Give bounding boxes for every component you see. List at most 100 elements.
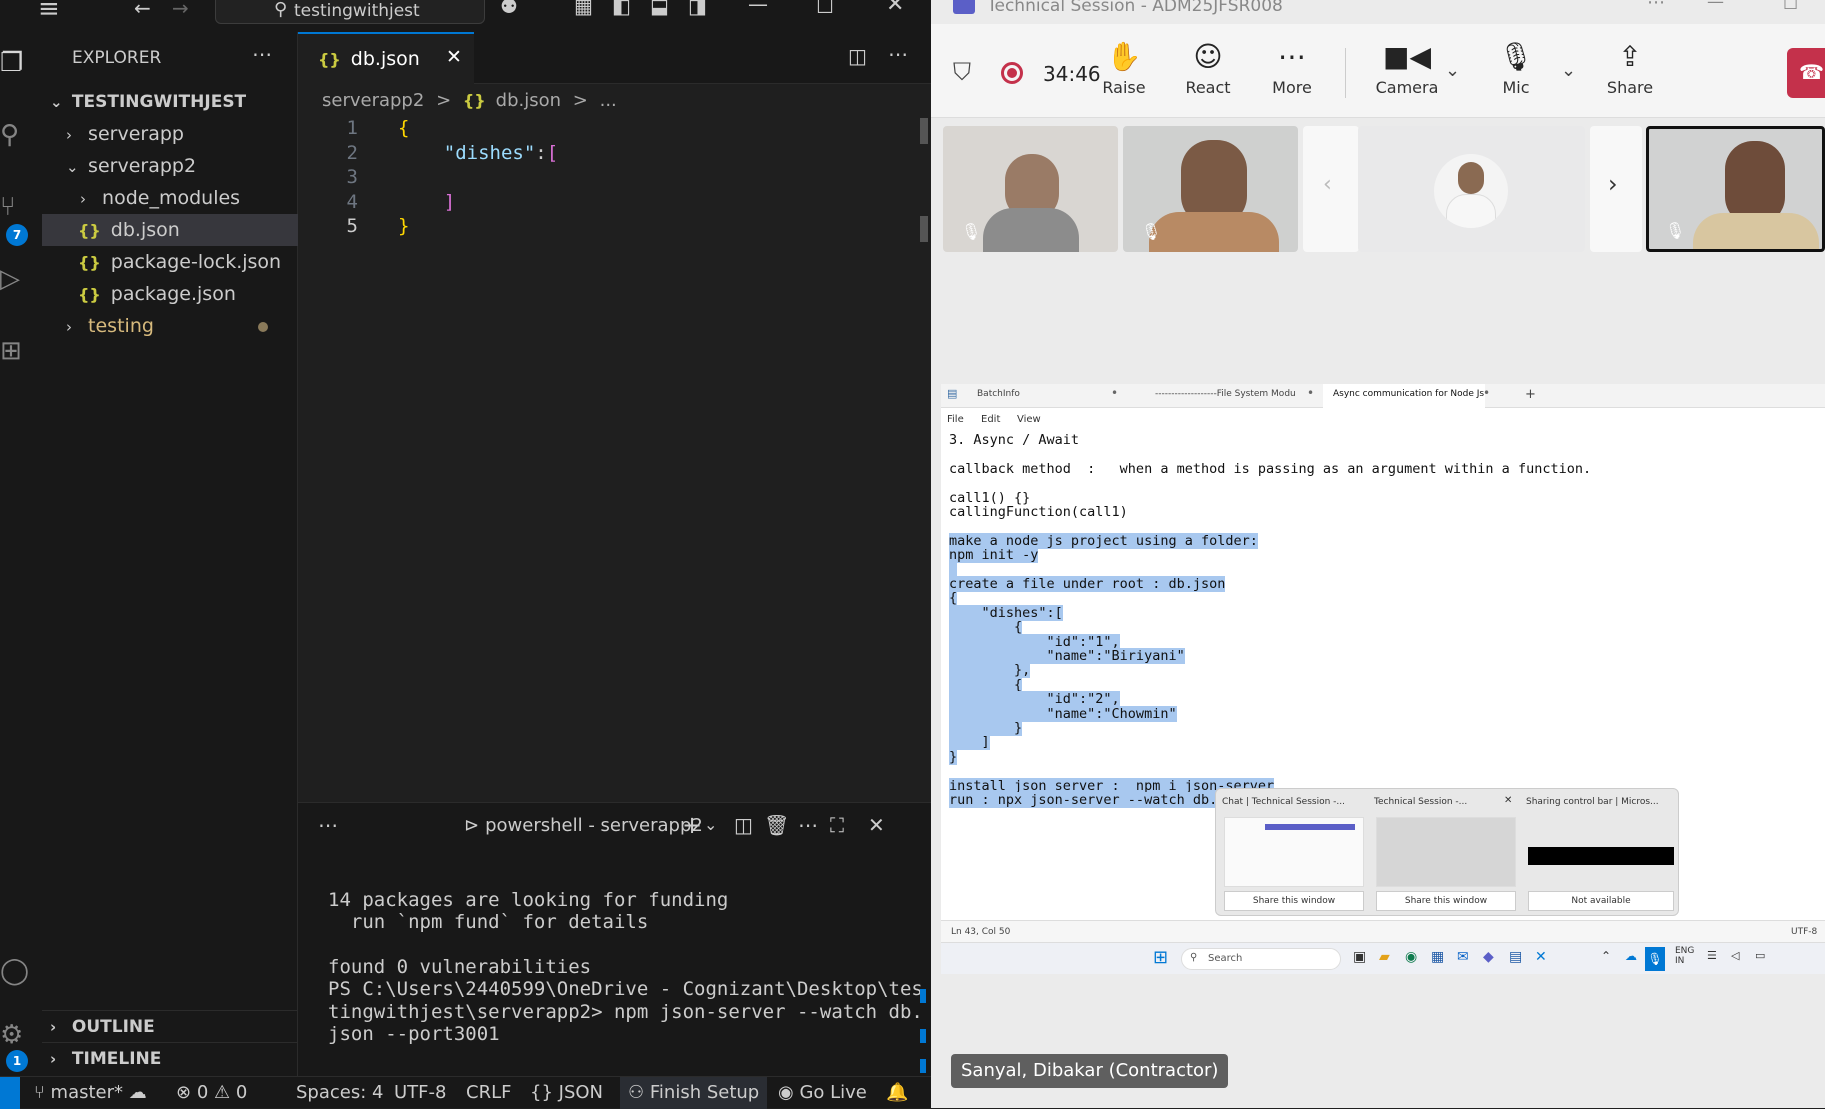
language-status[interactable]: {} JSON xyxy=(530,1082,603,1103)
timeline-section[interactable]: › TIMELINE xyxy=(42,1042,298,1074)
chevron-down-icon[interactable]: ⌄ xyxy=(704,815,717,834)
window-preview[interactable]: Technical Session -... ✕ Share this wind… xyxy=(1372,791,1522,913)
terminal-more-icon[interactable]: ⋯ xyxy=(798,813,818,837)
encoding-status[interactable]: UTF-8 xyxy=(394,1082,446,1103)
language-indicator[interactable]: ENG IN xyxy=(1675,946,1694,966)
teams-maximize-icon[interactable]: ☐ xyxy=(1783,0,1798,14)
raise-hand-button[interactable]: ✋ Raise xyxy=(1089,40,1159,97)
more-actions-icon[interactable]: ⋯ xyxy=(252,42,272,66)
vscode-taskbar-icon[interactable]: ✕ xyxy=(1535,949,1547,965)
file-explorer-icon[interactable]: ▰ xyxy=(1379,949,1390,965)
forward-icon[interactable]: → xyxy=(172,0,189,20)
teams-taskbar-icon[interactable]: ◆ xyxy=(1483,949,1494,965)
store-icon[interactable]: ▦ xyxy=(1431,949,1444,965)
tree-item-db-json[interactable]: {} db.json xyxy=(42,214,298,246)
workspace-root[interactable]: ⌄ TESTINGWITHJEST xyxy=(42,86,298,118)
maximize-icon[interactable]: ☐ xyxy=(816,0,834,18)
share-window-button[interactable]: Share this window xyxy=(1376,891,1516,911)
new-terminal-icon[interactable]: + xyxy=(682,811,702,839)
split-editor-icon[interactable]: ◫ xyxy=(848,44,867,68)
remote-indicator[interactable] xyxy=(0,1077,20,1109)
react-button[interactable]: ☺ React xyxy=(1173,40,1243,97)
layout-icon[interactable]: ▦ xyxy=(574,0,593,18)
eol-status[interactable]: CRLF xyxy=(466,1082,511,1103)
share-window-button[interactable]: Share this window xyxy=(1224,891,1364,911)
toggle-secondary-icon[interactable]: ◨ xyxy=(688,0,707,18)
code-line[interactable]: 5} xyxy=(298,212,931,240)
tree-item-package-lock-json[interactable]: {} package-lock.json xyxy=(42,246,298,278)
participant-tile-active[interactable]: 🎙 xyxy=(1646,126,1825,252)
account-icon[interactable]: ◯ xyxy=(0,956,42,996)
branch-status[interactable]: ⑂ master* ☁ xyxy=(34,1082,147,1103)
close-tab-icon[interactable]: ✕ xyxy=(446,46,462,68)
window-preview[interactable]: Chat | Technical Session -... Share this… xyxy=(1220,791,1370,913)
extensions-icon[interactable]: ⊞ xyxy=(0,336,42,376)
menu-icon[interactable]: ≡ xyxy=(38,0,60,24)
go-live-button[interactable]: ◉ Go Live xyxy=(778,1082,867,1103)
back-icon[interactable]: ← xyxy=(134,0,151,20)
notepad-taskbar-icon[interactable]: ▤ xyxy=(1509,949,1522,965)
onedrive-icon[interactable]: ☁ xyxy=(1625,949,1637,963)
terminal-title[interactable]: ⊳ powershell - serverapp2 xyxy=(464,815,703,836)
task-view-icon[interactable]: ▣ xyxy=(1353,949,1366,965)
source-control-icon[interactable]: ⑂ 7 xyxy=(0,192,42,246)
menu-view[interactable]: View xyxy=(1017,414,1041,425)
explorer-icon[interactable]: ❐ xyxy=(0,48,42,88)
more-button[interactable]: ⋯ More xyxy=(1257,40,1327,97)
participant-tile[interactable]: 🎙 xyxy=(943,126,1118,252)
command-center-search[interactable]: ⚲ testingwithjest xyxy=(215,0,485,24)
share-button[interactable]: ⇪ Share xyxy=(1595,40,1665,97)
tree-item-serverapp[interactable]: › serverapp xyxy=(42,118,298,150)
menu-file[interactable]: File xyxy=(947,414,964,425)
close-panel-icon[interactable]: ✕ xyxy=(868,813,885,837)
search-activity-icon[interactable]: ⚲ xyxy=(0,120,42,160)
outline-section[interactable]: › OUTLINE xyxy=(42,1010,298,1042)
close-window-icon[interactable]: ✕ xyxy=(886,0,904,17)
participant-tile[interactable] xyxy=(1358,126,1585,252)
trash-icon[interactable]: 🗑 xyxy=(764,813,789,837)
toggle-sidebar-icon[interactable]: ◧ xyxy=(612,0,631,18)
menu-edit[interactable]: Edit xyxy=(981,414,1000,425)
notepad-tab[interactable]: BatchInfo xyxy=(977,389,1020,399)
chevron-down-icon[interactable]: ⌄ xyxy=(1445,60,1460,81)
editor-scrollbar[interactable] xyxy=(920,118,930,798)
tab-db-json[interactable]: {} db.json ✕ xyxy=(298,32,474,84)
breadcrumb-symbol[interactable]: ... xyxy=(600,90,617,111)
close-preview-icon[interactable]: ✕ xyxy=(1504,795,1512,806)
editor-more-icon[interactable]: ⋯ xyxy=(888,42,908,66)
indentation-status[interactable]: Spaces: 4 xyxy=(296,1082,383,1103)
breadcrumb-folder[interactable]: serverapp2 xyxy=(322,90,424,111)
new-tab-icon[interactable]: + xyxy=(1525,387,1536,402)
toggle-panel-icon[interactable]: ⬓ xyxy=(650,0,669,18)
camera-button[interactable]: ■◀ Camera xyxy=(1362,40,1452,97)
run-debug-icon[interactable]: ▷ xyxy=(0,264,42,304)
notepad-tab[interactable]: -------------------File System Modu xyxy=(1155,389,1296,399)
taskbar-search[interactable]: ⚲ Search xyxy=(1181,948,1341,970)
chevron-down-icon[interactable]: ⌄ xyxy=(1561,60,1576,81)
copilot-icon[interactable]: ⚉ xyxy=(500,0,518,18)
edge-icon[interactable]: ◉ xyxy=(1405,949,1417,965)
panel-more-icon[interactable]: ⋯ xyxy=(318,813,338,837)
tree-item-package-json[interactable]: {} package.json xyxy=(42,278,298,310)
previous-participants-button[interactable]: ‹ xyxy=(1303,126,1359,252)
volume-icon[interactable]: ◁ xyxy=(1731,949,1739,962)
tree-item-testing[interactable]: › testing xyxy=(42,310,298,342)
mic-tray-icon[interactable]: 🎙 xyxy=(1645,947,1665,971)
finish-setup-button[interactable]: ⚇ Finish Setup xyxy=(620,1077,768,1109)
teams-more-icon[interactable]: ⋯ xyxy=(1647,0,1665,13)
settings-gear-icon[interactable]: ⚙ 1 xyxy=(0,1020,42,1072)
next-participants-button[interactable]: › xyxy=(1590,126,1642,252)
wifi-icon[interactable]: ☰ xyxy=(1707,949,1717,962)
minimize-icon[interactable]: — xyxy=(748,0,768,16)
mic-button[interactable]: 🎙 Mic xyxy=(1481,40,1551,97)
tree-item-serverapp2[interactable]: ⌄ serverapp2 xyxy=(42,150,298,182)
teams-minimize-icon[interactable]: — xyxy=(1707,0,1724,12)
maximize-panel-icon[interactable]: ⛶ xyxy=(830,813,844,837)
split-terminal-icon[interactable]: ◫ xyxy=(734,813,753,837)
participant-tile[interactable]: 🎙 xyxy=(1123,126,1298,252)
notifications-icon[interactable]: 🔔 xyxy=(886,1082,908,1103)
problems-status[interactable]: ⊗ 0 ⚠ 0 xyxy=(176,1082,247,1103)
battery-icon[interactable]: ▭ xyxy=(1755,949,1765,962)
breadcrumb-file[interactable]: db.json xyxy=(496,90,561,111)
leave-button[interactable]: ☎ xyxy=(1787,48,1825,98)
